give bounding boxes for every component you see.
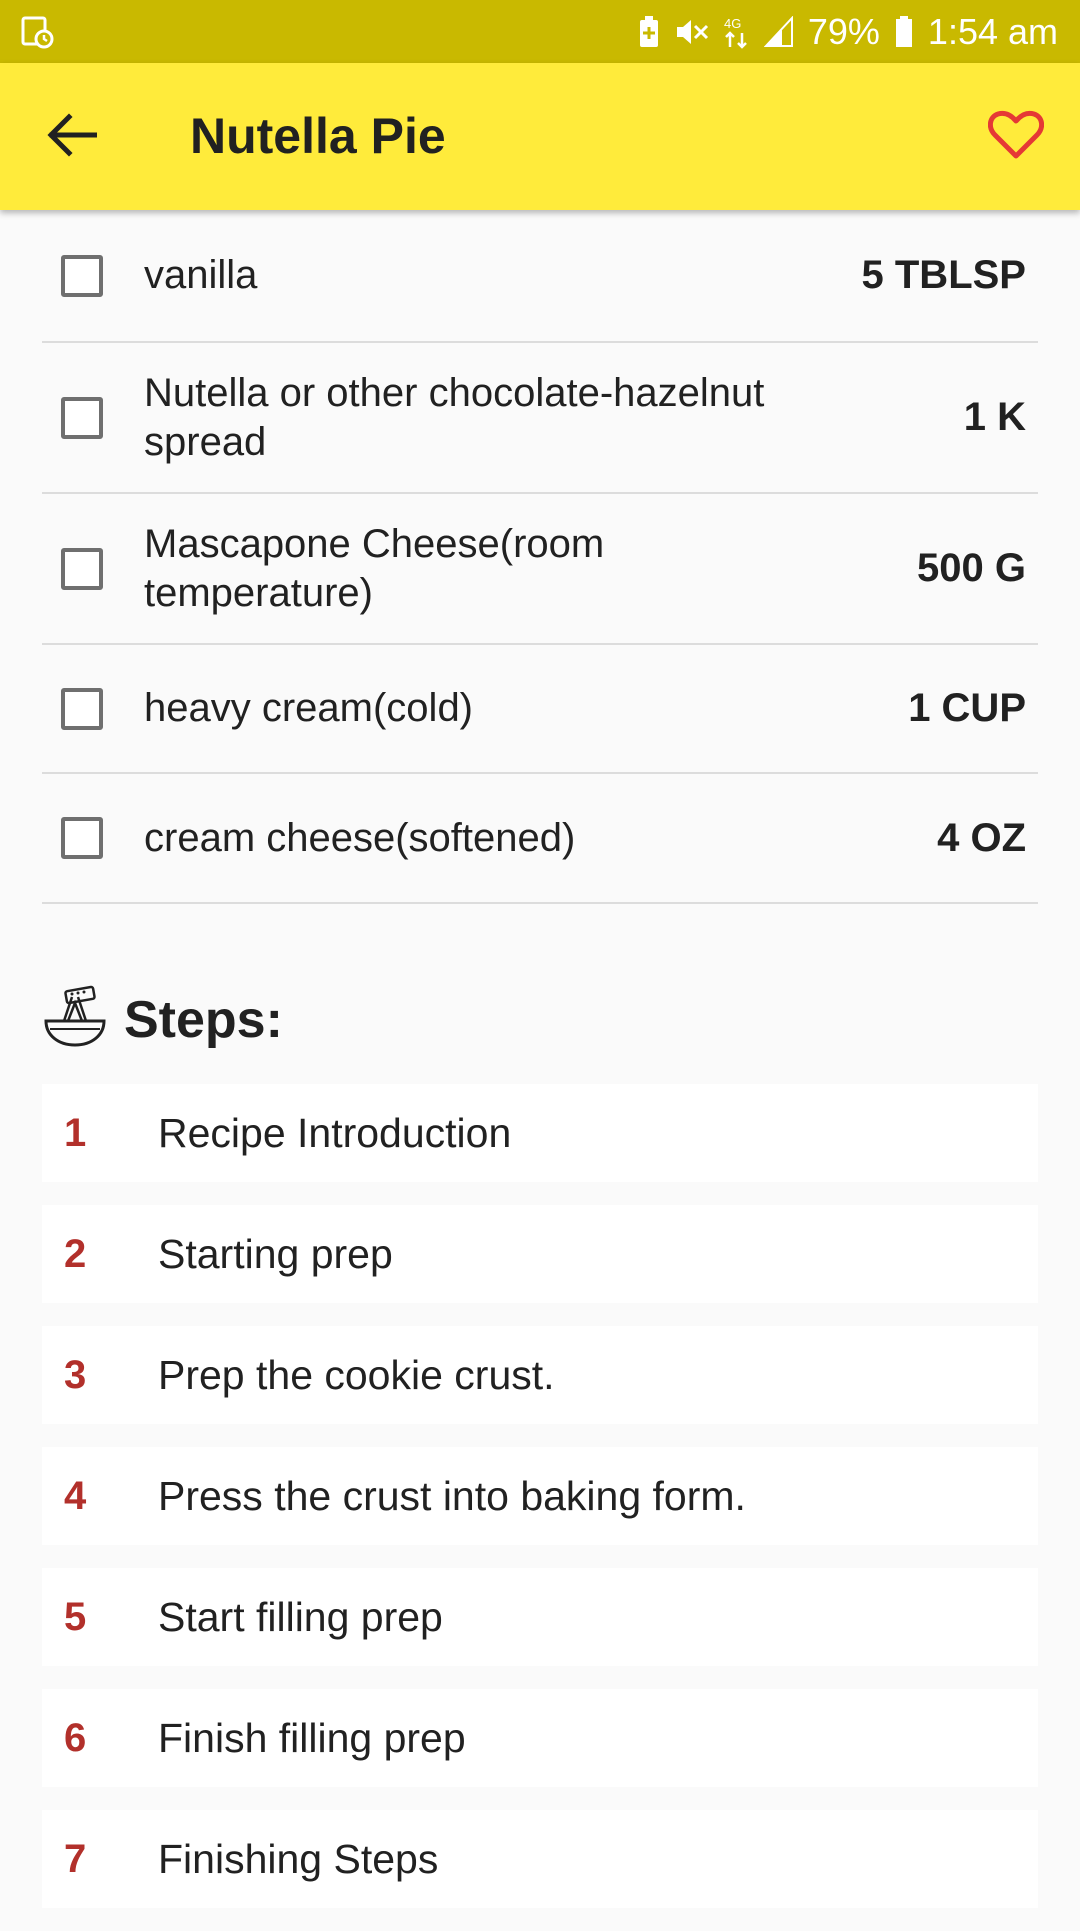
app-bar: Nutella Pie — [0, 63, 1080, 210]
list-item[interactable]: vanilla 5 TBLSP — [42, 210, 1038, 343]
step-number: 5 — [64, 1594, 87, 1639]
step-title: Finish filling prep — [158, 1714, 466, 1761]
battery-saver-icon — [638, 15, 660, 49]
ingredient-name: Nutella or other chocolate-hazelnut spre… — [144, 370, 765, 464]
step-title: Start filling prep — [158, 1593, 443, 1640]
battery-percent: 79% — [807, 10, 880, 52]
ingredient-name: cream cheese(softened) — [144, 815, 576, 860]
list-item[interactable]: heavy cream(cold) 1 CUP — [42, 645, 1038, 774]
step-number: 6 — [64, 1715, 87, 1760]
mute-icon — [674, 15, 710, 49]
ingredient-checkbox[interactable] — [61, 396, 103, 439]
step-title: Prep the cookie crust. — [158, 1351, 555, 1398]
step-title: Finishing Steps — [158, 1835, 439, 1882]
step-item[interactable]: 1 Recipe Introduction — [42, 1084, 1038, 1182]
ingredient-checkbox[interactable] — [61, 817, 103, 859]
ingredient-name: heavy cream(cold) — [144, 686, 474, 730]
ingredient-name: vanilla — [144, 253, 258, 297]
step-item[interactable]: 5 Start filling prep — [42, 1568, 1038, 1666]
heart-outline-icon — [988, 110, 1044, 165]
network-type-label: 4G — [724, 16, 741, 31]
ingredient-quantity: 1 CUP — [908, 686, 1026, 730]
arrow-back-icon — [47, 112, 98, 162]
favorite-button[interactable] — [982, 103, 1050, 171]
step-number: 4 — [64, 1473, 87, 1518]
status-bar: 4G 79% 1:54 am — [0, 0, 1080, 63]
clock: 1:54 am — [927, 10, 1058, 52]
step-item[interactable]: 6 Finish filling prep — [42, 1689, 1038, 1787]
battery-icon — [894, 15, 914, 49]
ingredient-checkbox[interactable] — [61, 254, 103, 297]
step-number: 2 — [64, 1231, 87, 1276]
step-item[interactable]: 4 Press the crust into baking form. — [42, 1447, 1038, 1545]
step-title: Recipe Introduction — [158, 1109, 512, 1156]
step-item[interactable]: 3 Prep the cookie crust. — [42, 1326, 1038, 1424]
page-title: Nutella Pie — [190, 108, 446, 164]
step-title: Starting prep — [158, 1230, 393, 1277]
steps-header: Steps: — [42, 985, 283, 1055]
step-number: 7 — [64, 1836, 87, 1881]
step-title: Press the crust into baking form. — [158, 1472, 746, 1519]
list-item[interactable]: cream cheese(softened) 4 OZ — [42, 774, 1038, 904]
ingredients-list: vanilla 5 TBLSP Nutella or other chocola… — [42, 210, 1038, 904]
signal-icon — [763, 15, 794, 48]
ingredient-quantity: 4 OZ — [937, 815, 1026, 860]
step-item[interactable]: 7 Finishing Steps — [42, 1810, 1038, 1908]
step-number: 1 — [64, 1110, 87, 1155]
step-item[interactable]: 2 Starting prep — [42, 1205, 1038, 1303]
step-number: 3 — [64, 1352, 87, 1397]
ingredient-name: Mascapone Cheese(room temperature) — [144, 521, 605, 615]
ingredient-quantity: 1 K — [963, 395, 1026, 439]
steps-list: 1 Recipe Introduction 2 Starting prep 3 … — [42, 1084, 1038, 1931]
steps-title: Steps: — [124, 991, 283, 1049]
list-item[interactable]: Nutella or other chocolate-hazelnut spre… — [42, 343, 1038, 494]
back-button[interactable] — [40, 105, 104, 169]
mixing-bowl-icon — [42, 985, 108, 1056]
ingredient-quantity: 500 G — [917, 546, 1026, 590]
ingredient-checkbox[interactable] — [61, 547, 103, 590]
ingredient-checkbox[interactable] — [61, 687, 103, 730]
ingredient-quantity: 5 TBLSP — [861, 253, 1026, 297]
screen-recorder-icon — [20, 15, 54, 49]
list-item[interactable]: Mascapone Cheese(room temperature) 500 G — [42, 494, 1038, 645]
mobile-data-icon: 4G — [724, 15, 750, 49]
